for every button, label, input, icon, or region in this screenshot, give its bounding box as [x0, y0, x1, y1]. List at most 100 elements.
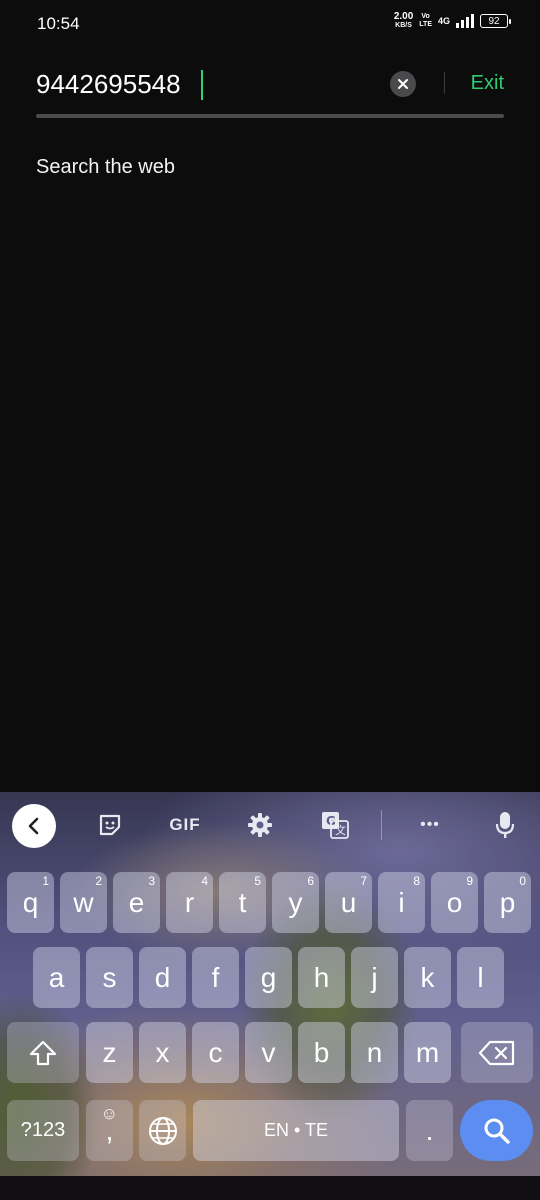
key-hint: 9	[466, 874, 473, 888]
key-q[interactable]: q1	[7, 872, 54, 933]
key-hint: 4	[201, 874, 208, 888]
key-a[interactable]: a	[33, 947, 80, 1008]
key-label: q	[22, 886, 39, 918]
key-w[interactable]: w2	[60, 872, 107, 933]
key-n[interactable]: n	[351, 1022, 398, 1083]
search-bar: Exit	[36, 62, 504, 106]
key-e[interactable]: e3	[113, 872, 160, 933]
key-g[interactable]: g	[245, 947, 292, 1008]
key-hint: 5	[254, 874, 261, 888]
battery-icon: 92	[480, 14, 511, 28]
exit-button[interactable]: Exit	[471, 72, 504, 95]
backspace-key[interactable]	[461, 1022, 533, 1083]
translate-button[interactable]: G 文	[318, 792, 352, 858]
toolbar-divider	[381, 810, 382, 840]
key-t[interactable]: t5	[219, 872, 266, 933]
key-h[interactable]: h	[298, 947, 345, 1008]
key-label: m	[415, 1036, 440, 1068]
text-caret	[201, 70, 203, 100]
gif-icon: GIF	[169, 815, 201, 834]
key-label: w	[73, 886, 94, 918]
status-icons: 2.00 KB/S Vo LTE 4G 92	[394, 12, 511, 30]
network-speed: 2.00 KB/S	[394, 12, 413, 30]
key-c[interactable]: c	[192, 1022, 239, 1083]
key-label: u	[340, 886, 357, 918]
key-label: s	[102, 961, 117, 993]
status-bar: 10:54 2.00 KB/S Vo LTE 4G 92	[0, 0, 540, 48]
key-o[interactable]: o9	[431, 872, 478, 933]
close-icon	[398, 79, 408, 89]
key-v[interactable]: v	[245, 1022, 292, 1083]
key-u[interactable]: u7	[325, 872, 372, 933]
key-b[interactable]: b	[298, 1022, 345, 1083]
comma-key[interactable]: , ☺	[86, 1100, 133, 1161]
key-label: k	[420, 961, 435, 993]
key-label: a	[48, 961, 65, 993]
status-time: 10:54	[37, 14, 80, 33]
search-input[interactable]	[36, 62, 376, 106]
key-label: v	[261, 1036, 276, 1068]
volte-bottom: LTE	[419, 21, 432, 28]
key-d[interactable]: d	[139, 947, 186, 1008]
key-m[interactable]: m	[404, 1022, 451, 1083]
key-label: y	[288, 886, 303, 918]
key-label: z	[102, 1036, 117, 1068]
shift-arrow-icon	[29, 1040, 57, 1065]
key-hint: 8	[413, 874, 420, 888]
key-label: t	[238, 886, 247, 918]
language-switch-key[interactable]	[139, 1100, 186, 1161]
key-p[interactable]: p0	[484, 872, 531, 933]
navigation-bar	[0, 1176, 540, 1200]
network-type: 4G	[437, 16, 450, 26]
suggestion-search-web[interactable]: Search the web	[36, 156, 175, 179]
space-bar[interactable]: EN • TE	[193, 1100, 399, 1161]
gif-button[interactable]: GIF	[163, 792, 207, 858]
key-j[interactable]: j	[351, 947, 398, 1008]
search-divider	[444, 72, 445, 94]
sticker-button[interactable]	[93, 792, 127, 858]
keyboard: GIF G 文 ••• q 1 w 2 e 3 r 4 t 5 y 6 u 7 …	[0, 792, 540, 1176]
space-label: EN • TE	[264, 1120, 328, 1140]
key-l[interactable]: l	[457, 947, 504, 1008]
backspace-icon	[478, 1040, 515, 1065]
voice-input-button[interactable]	[490, 792, 520, 858]
period-key[interactable]: .	[406, 1100, 453, 1161]
key-x[interactable]: x	[139, 1022, 186, 1083]
key-hint: 2	[95, 874, 102, 888]
key-f[interactable]: f	[192, 947, 239, 1008]
key-label: j	[371, 961, 378, 993]
key-z[interactable]: z	[86, 1022, 133, 1083]
key-label: l	[477, 961, 484, 993]
key-hint: 3	[148, 874, 155, 888]
key-label: g	[260, 961, 277, 993]
microphone-icon	[495, 812, 515, 838]
shift-key[interactable]	[7, 1022, 79, 1083]
key-label: e	[128, 886, 145, 918]
search-enter-key[interactable]	[460, 1100, 533, 1161]
key-label: h	[313, 961, 330, 993]
network-speed-unit: KB/S	[395, 22, 412, 29]
key-label: x	[155, 1036, 170, 1068]
search-underline	[36, 114, 504, 118]
key-label: d	[154, 961, 171, 993]
sticker-icon	[99, 814, 121, 836]
network-speed-value: 2.00	[393, 11, 414, 22]
key-k[interactable]: k	[404, 947, 451, 1008]
more-button[interactable]: •••	[410, 792, 450, 858]
key-label: p	[499, 886, 516, 918]
symbols-key[interactable]: ?123	[7, 1100, 79, 1161]
clear-search-button[interactable]	[390, 71, 416, 97]
key-label: c	[208, 1036, 223, 1068]
key-i[interactable]: i8	[378, 872, 425, 933]
translate-icon: G 文	[322, 812, 349, 839]
keyboard-back-button[interactable]	[12, 804, 56, 848]
volte-icon: Vo LTE	[419, 13, 432, 29]
key-hint: 6	[307, 874, 314, 888]
key-label: i	[398, 886, 405, 918]
key-s[interactable]: s	[86, 947, 133, 1008]
key-y[interactable]: y6	[272, 872, 319, 933]
settings-gear-icon	[248, 813, 272, 837]
settings-button[interactable]	[244, 792, 276, 858]
svg-text:文: 文	[335, 823, 346, 837]
key-r[interactable]: r4	[166, 872, 213, 933]
